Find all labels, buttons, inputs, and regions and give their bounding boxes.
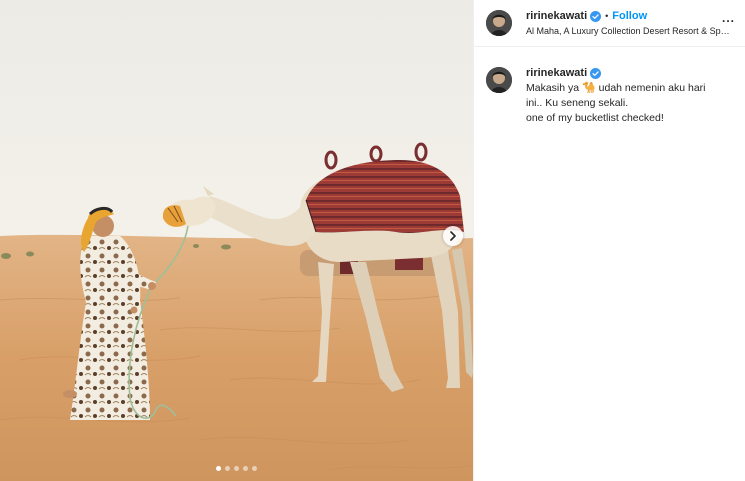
separator-dot: • (605, 11, 609, 21)
post-header: ririnekawati • Follow Al Maha, A Luxury … (474, 0, 745, 47)
caption-text-pre: Makasih ya (526, 82, 580, 94)
carousel-dot (225, 466, 230, 471)
location-link[interactable]: Al Maha, A Luxury Collection Desert Reso… (526, 25, 734, 37)
carousel-dot-active (216, 466, 221, 471)
caption-user-row: ririnekawati (526, 66, 705, 81)
caption-line-3: one of my bucketlist checked! (526, 112, 664, 124)
avatar[interactable] (486, 10, 512, 36)
caption-comment: ririnekawati Makasih ya 🐪 udah nemenin a… (474, 47, 745, 126)
caption-username[interactable]: ririnekawati (526, 66, 587, 81)
caption-text-post: udah nemenin aku hari (598, 82, 706, 94)
carousel-indicator (0, 466, 473, 471)
caption-body: ririnekawati Makasih ya 🐪 udah nemenin a… (526, 66, 705, 126)
header-username[interactable]: ririnekawati (526, 9, 587, 23)
avatar-image (486, 10, 512, 36)
avatar[interactable] (486, 67, 512, 93)
chevron-right-icon (450, 231, 456, 241)
follow-button[interactable]: Follow (612, 9, 647, 23)
verified-badge-icon (590, 10, 602, 22)
carousel-dot (252, 466, 257, 471)
header-user-row: ririnekawati • Follow (526, 9, 735, 23)
post-media[interactable] (0, 0, 473, 481)
caption-line-2: ini.. Ku seneng sekali. (526, 97, 629, 109)
instagram-post: ririnekawati • Follow Al Maha, A Luxury … (0, 0, 745, 481)
camel-emoji-icon: 🐪 (582, 82, 596, 94)
caption-line-1: Makasih ya 🐪 udah nemenin aku hari (526, 81, 705, 96)
avatar-image (486, 67, 512, 93)
carousel-dot (234, 466, 239, 471)
verified-badge-icon (590, 68, 602, 79)
carousel-dot (243, 466, 248, 471)
post-photo (0, 0, 473, 481)
post-sidebar: ririnekawati • Follow Al Maha, A Luxury … (473, 0, 745, 481)
next-image-button[interactable] (443, 226, 463, 246)
more-options-icon[interactable]: ... (722, 11, 735, 25)
header-info: ririnekawati • Follow Al Maha, A Luxury … (526, 9, 735, 37)
